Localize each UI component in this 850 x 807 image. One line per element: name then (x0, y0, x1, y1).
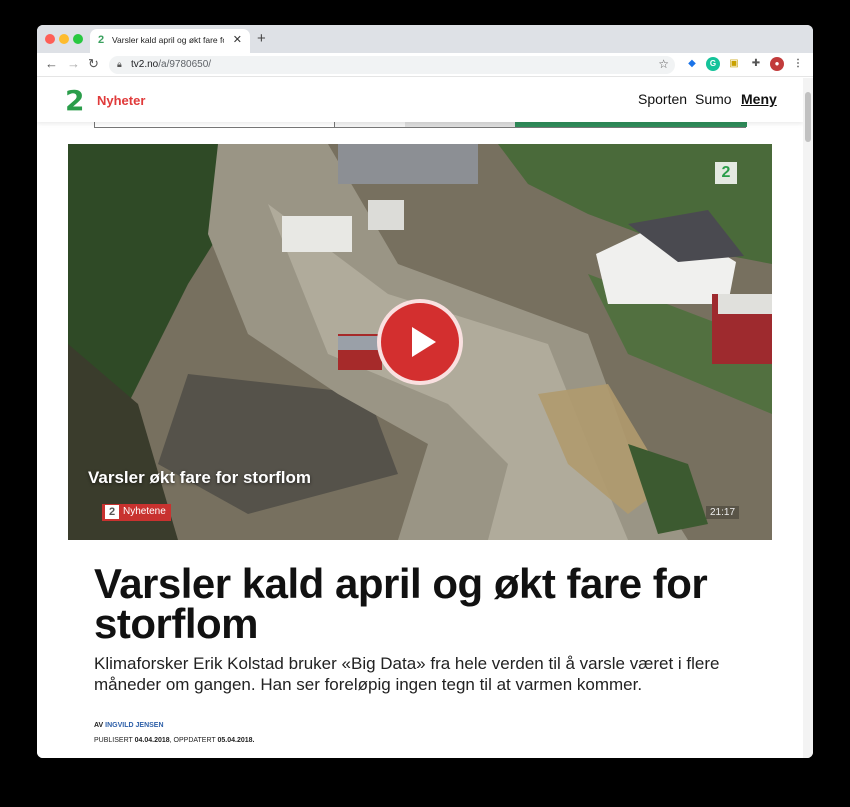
tv2-favicon-icon: 2 (98, 34, 105, 46)
video-duration: 21:17 (706, 506, 740, 519)
tv2-watermark-logo: 2 (715, 162, 737, 184)
minimize-window-button[interactable] (59, 34, 69, 44)
extensions-puzzle-icon[interactable]: ✚ (749, 57, 763, 71)
tv2-logo[interactable]: 2 (65, 84, 84, 117)
reload-icon[interactable]: ↻ (88, 56, 99, 72)
maximize-window-button[interactable] (73, 34, 83, 44)
new-tab-icon[interactable]: + (257, 30, 266, 47)
browser-toolbar: ← → ↻ 🔒︎ tv2.no/a/9780650/ ☆ ◆ G ▣ ✚ ● ⋮ (37, 53, 813, 77)
page-viewport: 2 Nyheter Sporten Sumo Meny 2 Varsler øk… (37, 78, 803, 758)
browser-window: 2 Varsler kald april og økt fare fo ✕ + … (37, 25, 813, 758)
browser-tab[interactable]: 2 Varsler kald april og økt fare fo ✕ (90, 29, 250, 53)
lock-icon[interactable]: 🔒︎ (117, 59, 122, 70)
page-scrollbar[interactable] (803, 78, 813, 758)
scrollbar-thumb[interactable] (805, 92, 811, 142)
extension-grammarly-icon[interactable]: G (706, 57, 720, 71)
video-player[interactable]: 2 Varsler økt fare for storflom 2 Nyheten… (68, 144, 772, 540)
play-icon (412, 327, 436, 357)
close-tab-icon[interactable]: ✕ (233, 33, 242, 46)
tab-strip: 2 Varsler kald april og økt fare fo ✕ + (37, 25, 813, 53)
url-text[interactable]: tv2.no/a/9780650/ (131, 59, 211, 70)
play-button[interactable] (377, 299, 463, 385)
channel-badge: 2 Nyhetene (102, 504, 171, 521)
tab-title: Varsler kald april og økt fare fo (112, 35, 224, 45)
video-title: Varsler økt fare for storflom (88, 468, 311, 487)
address-bar[interactable]: 🔒︎ tv2.no/a/9780650/ ☆ (109, 56, 675, 74)
forward-arrow-icon[interactable]: → (67, 56, 80, 71)
ad-banner-strip[interactable] (94, 122, 747, 128)
article-lead: Klimaforsker Erik Kolstad bruker «Big Da… (94, 654, 720, 694)
browser-menu-icon[interactable]: ⋮ (791, 57, 805, 71)
section-name[interactable]: Nyheter (97, 93, 145, 108)
byline: AV INGVILD JENSEN (94, 722, 164, 729)
author-link[interactable]: INGVILD JENSEN (105, 722, 163, 729)
nav-link-meny[interactable]: Meny (741, 91, 777, 107)
profile-avatar-icon[interactable]: ● (770, 57, 784, 71)
back-arrow-icon[interactable]: ← (45, 56, 58, 71)
tv2-logo-badge-icon: 2 (105, 505, 119, 519)
close-window-button[interactable] (45, 34, 55, 44)
nav-link-sumo[interactable]: Sumo (695, 91, 732, 107)
bookmark-star-icon[interactable]: ☆ (658, 57, 669, 71)
extension-lock-icon[interactable]: ▣ (727, 57, 741, 71)
article-headline: Varsler kald april og økt fare for storf… (94, 560, 708, 647)
nav-link-sporten[interactable]: Sporten (638, 91, 687, 107)
extension-diamond-icon[interactable]: ◆ (685, 57, 699, 71)
site-header: 2 Nyheter Sporten Sumo Meny (37, 78, 803, 122)
publish-dates: PUBLISERT 04.04.2018, OPPDATERT 05.04.20… (94, 737, 255, 744)
